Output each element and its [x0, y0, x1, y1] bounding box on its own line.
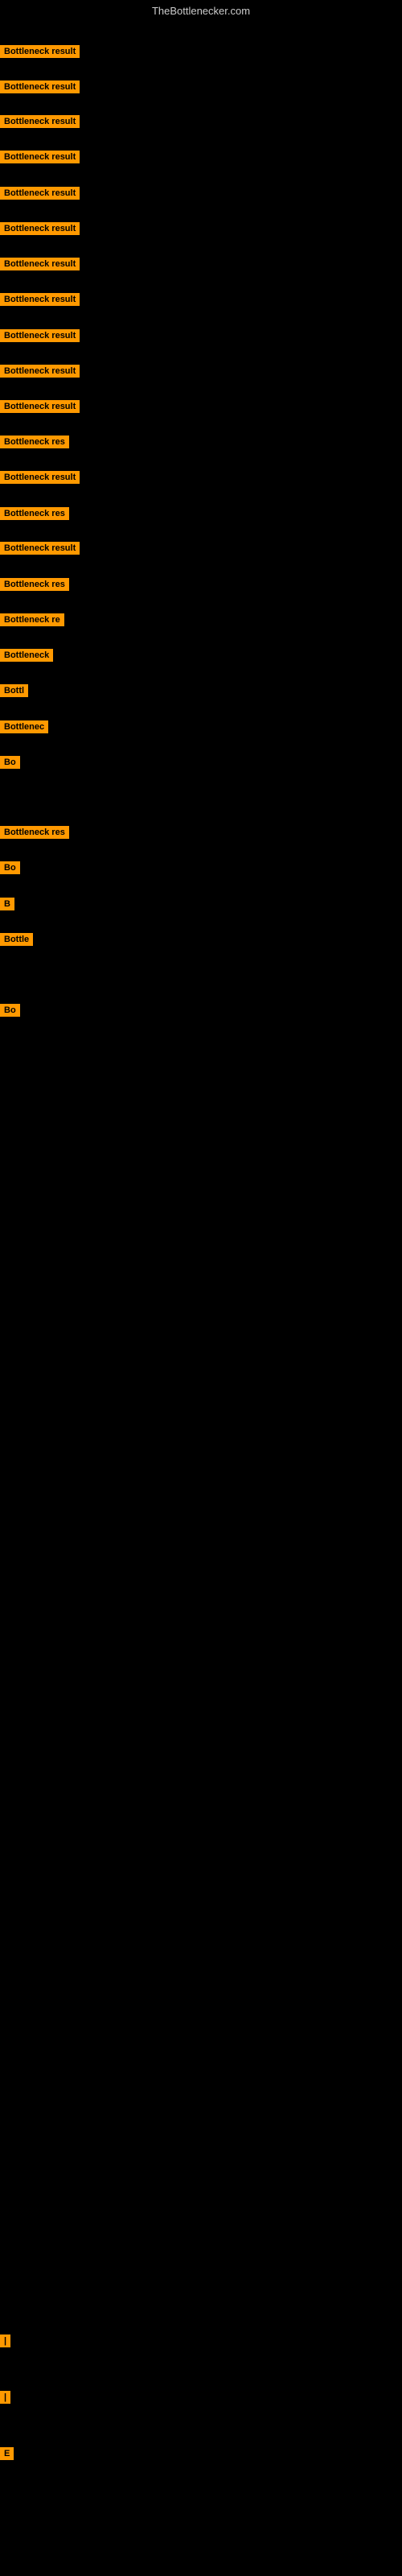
- bottleneck-result-badge: Bottleneck result: [0, 471, 80, 484]
- bottleneck-result-badge: Bottleneck result: [0, 258, 80, 270]
- bottleneck-result-badge: Bottleneck result: [0, 80, 80, 93]
- bottleneck-result-badge: Bottleneck result: [0, 151, 80, 163]
- bottleneck-result-badge: Bottle: [0, 933, 33, 946]
- bottleneck-result-badge: Bo: [0, 861, 20, 874]
- bottleneck-result-badge: Bottleneck res: [0, 507, 69, 520]
- bottleneck-result-badge: Bottlenec: [0, 720, 48, 733]
- bottleneck-result-badge: Bottleneck result: [0, 542, 80, 555]
- bottleneck-result-badge: Bottl: [0, 684, 28, 697]
- bottleneck-result-badge: |: [0, 2391, 10, 2404]
- bottleneck-result-badge: Bottleneck result: [0, 293, 80, 306]
- bottleneck-result-badge: Bo: [0, 1004, 20, 1017]
- bottleneck-result-badge: B: [0, 898, 14, 910]
- bottleneck-result-badge: Bottleneck result: [0, 45, 80, 58]
- bottleneck-result-badge: Bottleneck result: [0, 329, 80, 342]
- bottleneck-result-badge: Bottleneck res: [0, 436, 69, 448]
- bottleneck-result-badge: Bottleneck result: [0, 400, 80, 413]
- bottleneck-result-badge: Bo: [0, 756, 20, 769]
- bottleneck-result-badge: E: [0, 2447, 14, 2460]
- site-title: TheBottlenecker.com: [0, 0, 402, 22]
- bottleneck-result-badge: Bottleneck re: [0, 613, 64, 626]
- bottleneck-result-badge: Bottleneck res: [0, 578, 69, 591]
- bottleneck-result-badge: Bottleneck result: [0, 365, 80, 378]
- bottleneck-result-badge: Bottleneck res: [0, 826, 69, 839]
- bottleneck-result-badge: Bottleneck: [0, 649, 53, 662]
- bottleneck-result-badge: |: [0, 2334, 10, 2347]
- bottleneck-result-badge: Bottleneck result: [0, 115, 80, 128]
- bottleneck-result-badge: Bottleneck result: [0, 222, 80, 235]
- bottleneck-result-badge: Bottleneck result: [0, 187, 80, 200]
